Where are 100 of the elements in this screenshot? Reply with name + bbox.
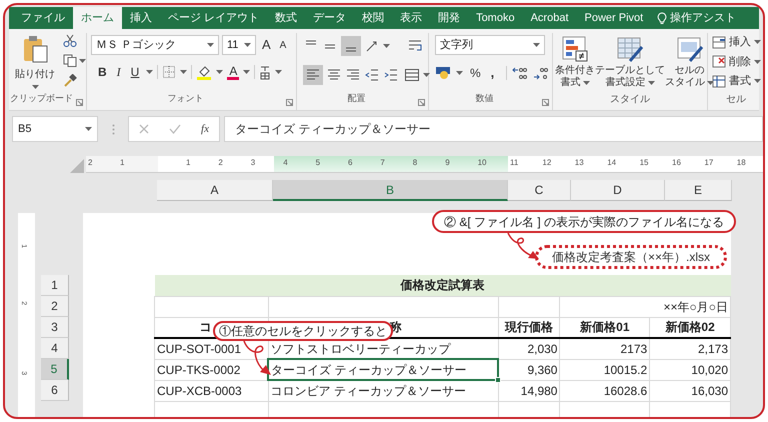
ribbon-tab[interactable]: 数式	[267, 7, 306, 29]
currency-icon[interactable]	[435, 66, 451, 80]
increase-decimal-icon[interactable]	[512, 66, 528, 80]
grow-font-button[interactable]: A	[259, 35, 274, 55]
copy-icon[interactable]	[63, 54, 77, 67]
dialog-launcher-icon[interactable]	[76, 99, 83, 106]
shrink-font-button[interactable]: A	[276, 38, 290, 52]
caret-icon[interactable]	[423, 73, 430, 77]
grip-icon[interactable]	[112, 124, 114, 134]
caret-icon[interactable]	[383, 44, 390, 48]
delete-cells-icon[interactable]	[712, 55, 726, 68]
ruler-number: 16	[672, 157, 681, 169]
ribbon-tab[interactable]: データ	[305, 7, 354, 29]
cells-button[interactable]: 書式	[712, 73, 763, 90]
caret-icon[interactable]	[754, 60, 761, 64]
caret-icon[interactable]	[180, 70, 188, 74]
group-label: フォント	[168, 92, 204, 105]
format-as-table-icon[interactable]	[616, 35, 644, 63]
caret-icon[interactable]	[146, 70, 154, 74]
underline-button[interactable]: U	[128, 63, 142, 81]
merge-cells-icon[interactable]	[404, 67, 420, 83]
row-header[interactable]: 4	[41, 338, 69, 359]
cell-styles-icon[interactable]	[676, 35, 704, 63]
name-box[interactable]: B5	[12, 116, 98, 142]
caret-icon[interactable]	[582, 81, 590, 85]
caret-icon[interactable]	[456, 70, 463, 75]
caret-icon[interactable]	[244, 43, 251, 47]
format-painter-icon[interactable]	[63, 74, 77, 87]
ruler-number: 8	[412, 157, 418, 169]
font-color-button[interactable]: A	[227, 64, 240, 80]
ribbon-tab[interactable]: 開発	[430, 7, 468, 29]
increase-indent-icon[interactable]	[383, 67, 399, 83]
caret-icon[interactable]	[754, 79, 761, 84]
decrease-decimal-icon[interactable]	[533, 66, 550, 80]
caret-icon[interactable]	[648, 81, 654, 85]
tell-me-search[interactable]: 操作アシスト	[670, 10, 736, 26]
style-button[interactable]: 条件付き 書式	[555, 35, 595, 89]
borders-icon[interactable]	[162, 65, 176, 79]
column-header[interactable]: C	[508, 180, 571, 201]
formula-field[interactable]: ターコイズ ティーカップ＆ソーサー	[224, 116, 763, 142]
dialog-launcher-icon[interactable]	[286, 99, 293, 106]
column-header[interactable]: D	[571, 180, 665, 201]
insert-function-button[interactable]: fx	[201, 120, 209, 138]
dialog-launcher-icon[interactable]	[542, 99, 549, 106]
row-header[interactable]: 5	[41, 359, 69, 380]
column-header[interactable]: A	[157, 180, 273, 201]
table-cell: 2,173	[698, 342, 728, 356]
ribbon-tab[interactable]: ページ レイアウト	[160, 7, 268, 29]
ruler-number: 13	[574, 157, 584, 169]
group-label: 数値	[476, 92, 494, 105]
style-button[interactable]: セルの スタイル	[665, 35, 714, 89]
format-cells-icon[interactable]	[712, 74, 726, 88]
cells-button[interactable]: 削除	[712, 54, 763, 70]
caret-icon[interactable]	[207, 43, 214, 47]
bold-button[interactable]: B	[95, 63, 110, 81]
table-cell[interactable]: ターコイズ ティーカップ＆ソーサー	[268, 359, 498, 380]
column-header[interactable]: E	[665, 180, 732, 201]
row-header[interactable]: 3	[41, 317, 69, 338]
font-name-field[interactable]: ＭＳ Ｐゴシック	[91, 35, 219, 55]
fill-handle[interactable]	[495, 377, 502, 383]
ribbon-tab[interactable]: 挿入	[122, 7, 160, 29]
ribbon-tab[interactable]: Tomoko	[468, 7, 523, 29]
row-header[interactable]: 2	[41, 296, 69, 317]
lightbulb-icon[interactable]	[657, 12, 668, 24]
phonetic-guide-icon[interactable]	[259, 64, 272, 80]
ribbon-tab[interactable]: 校閲	[354, 7, 392, 29]
insert-cells-icon[interactable]	[712, 36, 726, 49]
row-header[interactable]: 1	[41, 275, 69, 296]
caret-icon[interactable]	[79, 58, 86, 62]
ribbon-tab[interactable]: 表示	[392, 7, 430, 29]
table-cell[interactable]: コロンビア ティーカップ＆ソーサー	[268, 380, 498, 401]
number-format-field[interactable]: 文字列	[435, 35, 545, 55]
style-button[interactable]: テーブルとして 書式設定	[595, 35, 665, 89]
caret-icon[interactable]	[216, 70, 224, 74]
conditional-format-icon[interactable]	[561, 35, 589, 63]
italic-button[interactable]: I	[114, 63, 124, 81]
scissors-icon[interactable]	[63, 34, 77, 47]
clipboard-icon[interactable]	[21, 35, 49, 63]
decrease-indent-icon[interactable]	[364, 67, 380, 83]
ribbon-tab[interactable]: Power Pivot	[576, 7, 652, 29]
cells-button[interactable]: 挿入	[712, 34, 763, 50]
ribbon-tab[interactable]: Acrobat	[522, 7, 577, 29]
fill-color-icon[interactable]	[196, 64, 212, 80]
ribbon-tab[interactable]: ホーム	[73, 7, 122, 29]
font-size-field[interactable]: 11	[222, 35, 256, 55]
caret-icon[interactable]	[243, 70, 250, 74]
comma-button[interactable]: ,	[488, 63, 498, 82]
percent-button[interactable]: %	[468, 64, 483, 82]
ruler-number: 12	[542, 157, 552, 169]
caret-icon[interactable]	[533, 43, 540, 47]
paste-button[interactable]: 貼り付け	[15, 33, 55, 92]
dialog-launcher-icon[interactable]	[418, 99, 425, 106]
caret-icon[interactable]	[754, 40, 761, 44]
caret-icon[interactable]	[275, 70, 282, 74]
caret-icon[interactable]	[85, 127, 92, 131]
ribbon-tab[interactable]: ファイル	[13, 7, 73, 29]
row-header[interactable]: 6	[41, 380, 69, 401]
column-header[interactable]: B	[273, 180, 508, 201]
table-cell: 9,360	[527, 362, 558, 376]
caret-icon[interactable]	[32, 85, 38, 89]
